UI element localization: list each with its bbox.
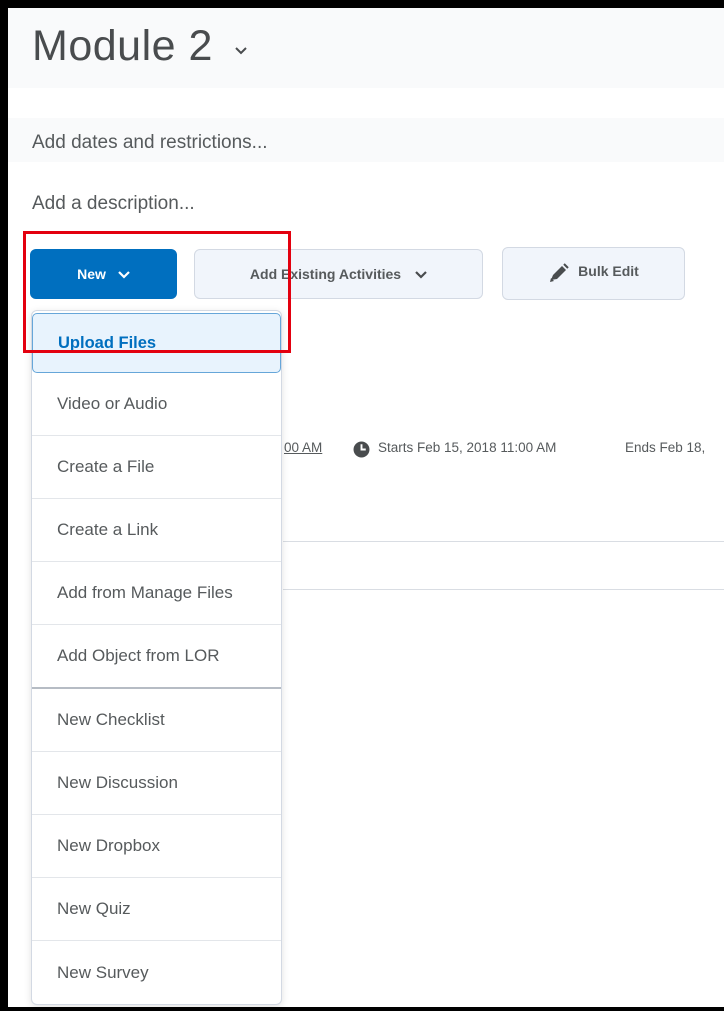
module-title: Module 2 <box>32 22 213 70</box>
menu-item-new-quiz[interactable]: New Quiz <box>32 878 281 941</box>
menu-item-video-or-audio[interactable]: Video or Audio <box>32 373 281 436</box>
menu-item-add-from-manage-files[interactable]: Add from Manage Files <box>32 562 281 625</box>
add-dates-link[interactable]: Add dates and restrictions... <box>32 132 268 154</box>
item-end-date: Ends Feb 18, <box>625 440 706 455</box>
annotation-highlight-box <box>23 231 291 353</box>
new-dropdown-menu: Upload Files Video or Audio Create a Fil… <box>31 310 282 1005</box>
menu-item-label: Add from Manage Files <box>57 583 233 602</box>
menu-item-label: Create a File <box>57 457 155 476</box>
menu-item-label: New Quiz <box>57 899 131 918</box>
menu-item-new-dropbox[interactable]: New Dropbox <box>32 815 281 878</box>
menu-item-label: New Discussion <box>57 773 178 792</box>
chevron-down-icon[interactable] <box>235 46 247 55</box>
item-time-link[interactable]: 00 AM <box>284 440 322 455</box>
bulk-edit-label: Bulk Edit <box>578 263 639 279</box>
menu-item-label: Add Object from LOR <box>57 646 220 665</box>
menu-item-label: New Dropbox <box>57 836 160 855</box>
menu-item-label: New Survey <box>57 962 149 982</box>
menu-item-label: Create a Link <box>57 520 159 539</box>
clock-icon <box>353 441 370 458</box>
divider <box>283 541 724 542</box>
divider <box>283 589 724 590</box>
menu-item-label: Video or Audio <box>57 394 168 413</box>
chevron-down-icon <box>415 271 427 279</box>
menu-item-label: New Checklist <box>57 710 165 729</box>
menu-item-create-a-file[interactable]: Create a File <box>32 436 281 499</box>
item-start-date: Starts Feb 15, 2018 11:00 AM <box>378 440 557 455</box>
menu-item-new-checklist[interactable]: New Checklist <box>32 689 281 752</box>
menu-item-create-a-link[interactable]: Create a Link <box>32 499 281 562</box>
menu-item-add-object-from-lor[interactable]: Add Object from LOR <box>32 625 281 689</box>
add-description-link[interactable]: Add a description... <box>32 193 195 215</box>
menu-item-new-survey[interactable]: New Survey <box>32 941 281 1004</box>
module-title-group[interactable]: Module 2 <box>32 22 247 71</box>
pencil-icon <box>550 263 569 282</box>
bulk-edit-button[interactable]: Bulk Edit <box>502 247 685 300</box>
menu-item-new-discussion[interactable]: New Discussion <box>32 752 281 815</box>
